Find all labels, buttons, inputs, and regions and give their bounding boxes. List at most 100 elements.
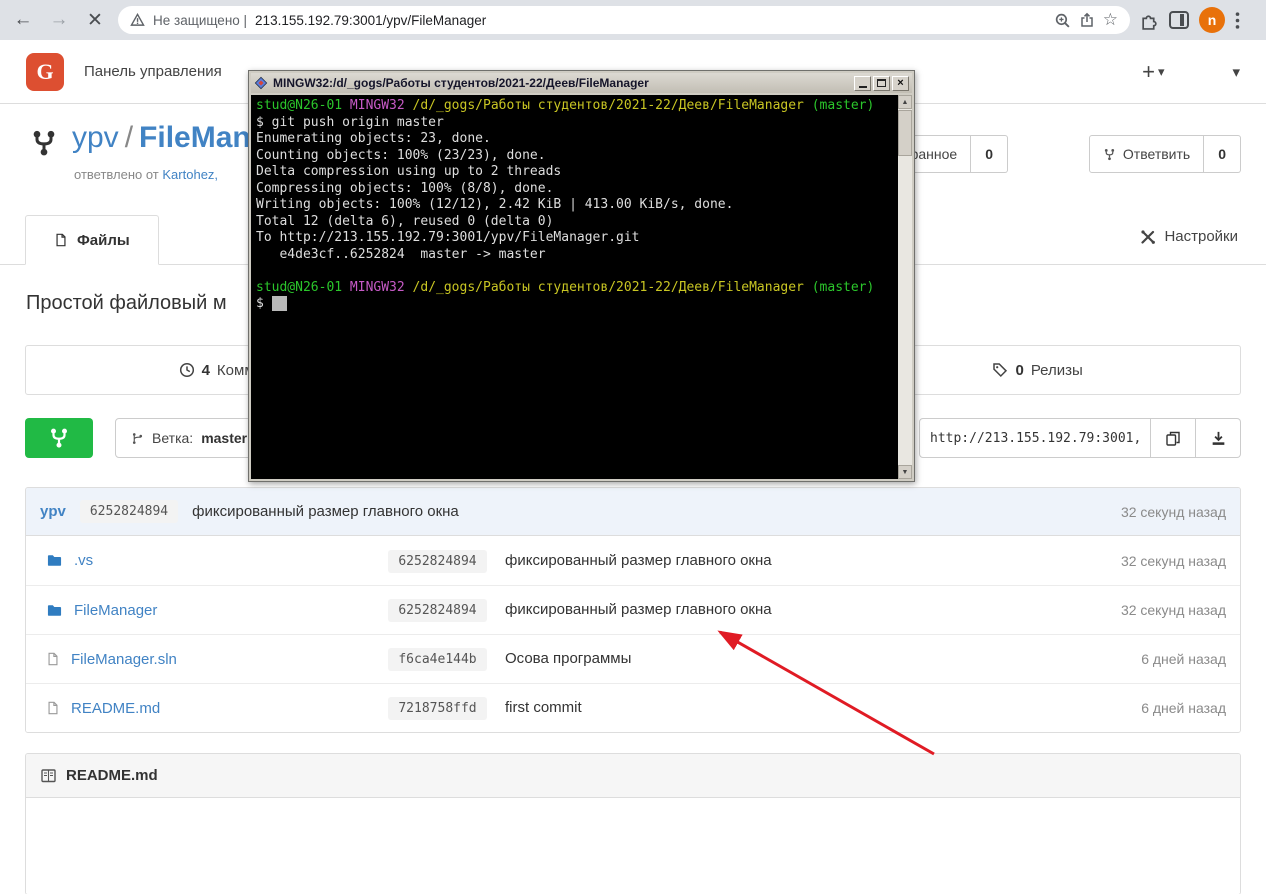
copy-url-button[interactable] (1151, 418, 1196, 458)
user-menu-button[interactable]: ▾ (1232, 63, 1240, 81)
repo-description: Простой файловый м (26, 292, 227, 315)
repo-fork-icon (30, 127, 58, 159)
fork-button[interactable]: Ответвить (1089, 135, 1204, 173)
history-clock-icon (179, 362, 195, 378)
chevron-down-icon: ▾ (1158, 64, 1165, 80)
commit-age: 32 секунд назад (1121, 504, 1226, 520)
file-row: .vs 6252824894 фиксированный размер главно… (26, 536, 1240, 585)
file-link[interactable]: FileManager.sln (71, 651, 177, 668)
terminal-body[interactable]: stud@N26-01 MINGW32 /d/_gogs/Работы студ… (251, 95, 912, 479)
address-bar[interactable]: Не защищено | 213.155.192.79:3001/ypv/Fi… (118, 6, 1130, 34)
terminal-line: Counting objects: 100% (23/23), done. (256, 148, 907, 165)
terminal-line: stud@N26-01 MINGW32 /d/_gogs/Работы студ… (256, 280, 907, 297)
clone-url-input[interactable] (919, 418, 1151, 458)
star-count[interactable]: 0 (971, 135, 1008, 173)
gogs-logo[interactable]: G (26, 53, 64, 91)
commit-age: 6 дней назад (1056, 651, 1226, 667)
commit-author-link[interactable]: ypv (40, 503, 66, 520)
commit-message-link[interactable]: Осова программы (505, 650, 631, 667)
file-link[interactable]: .vs (74, 552, 93, 569)
forward-button[interactable]: → (46, 9, 72, 31)
security-label: Не защищено | (153, 13, 247, 28)
forked-from-label: ответвлено от Kartohez, (74, 167, 218, 182)
scroll-down-arrow-icon[interactable]: ▼ (898, 465, 912, 479)
create-new-button[interactable]: +▾ (1142, 59, 1164, 85)
terminal-window: MINGW32:/d/_gogs/Работы студентов/2021-2… (248, 70, 915, 482)
terminal-line: Enumerating objects: 23, done. (256, 131, 907, 148)
readme-header: README.md (26, 754, 1240, 798)
tab-files[interactable]: Файлы (25, 215, 159, 265)
git-bash-window-icon (254, 76, 268, 90)
latest-commit-row: ypv 6252824894 фиксированный размер глав… (26, 488, 1240, 536)
extensions-icon[interactable] (1140, 11, 1159, 30)
terminal-line: $ (256, 296, 907, 313)
file-row: FileManager.sln f6ca4e144b Осова программы… (26, 634, 1240, 683)
file-icon (46, 700, 60, 716)
commit-age: 32 секунд назад (1056, 553, 1226, 569)
repo-owner-link[interactable]: ypv (72, 121, 119, 154)
folder-icon (46, 603, 63, 618)
terminal-title: MINGW32:/d/_gogs/Работы студентов/2021-2… (273, 76, 649, 90)
screen: ← → ✕ Не защищено | 213.155.192.79:3001/… (0, 0, 1266, 894)
terminal-scrollbar[interactable]: ▲ ▼ (898, 95, 912, 479)
branch-icon (131, 431, 144, 446)
terminal-line: stud@N26-01 MINGW32 /d/_gogs/Работы студ… (256, 98, 907, 115)
maximize-button[interactable] (873, 76, 890, 91)
commit-age: 6 дней назад (1056, 700, 1226, 716)
clone-url-group (919, 418, 1241, 458)
file-link[interactable]: FileManager (74, 602, 157, 619)
commit-message-link[interactable]: фиксированный размер главного окна (505, 601, 772, 618)
settings-tools-icon (1140, 229, 1156, 245)
commit-message-link[interactable]: first commit (505, 699, 582, 716)
terminal-line: Writing objects: 100% (12/12), 2.42 KiB … (256, 197, 907, 214)
scrollbar-thumb[interactable] (898, 110, 912, 156)
terminal-line: Total 12 (delta 6), reused 0 (delta 0) (256, 214, 907, 231)
commit-hash-badge[interactable]: 6252824894 (80, 500, 178, 523)
commit-hash-badge[interactable]: f6ca4e144b (388, 648, 486, 671)
scroll-up-arrow-icon[interactable]: ▲ (898, 95, 912, 109)
readme-title: README.md (66, 767, 158, 784)
fork-button-group: Ответвить 0 (1089, 135, 1241, 173)
terminal-line (256, 263, 907, 280)
terminal-line: e4de3cf..6252824 master -> master (256, 247, 907, 264)
file-row: FileManager 6252824894 фиксированный разме… (26, 585, 1240, 634)
commit-hash-badge[interactable]: 7218758ffd (388, 697, 486, 720)
commit-hash-badge[interactable]: 6252824894 (388, 550, 486, 573)
side-panel-icon[interactable] (1169, 11, 1189, 29)
terminal-line: Delta compression using up to 2 threads (256, 164, 907, 181)
readme-body (26, 798, 1240, 894)
download-button[interactable] (1196, 418, 1241, 458)
bookmark-star-icon[interactable]: ☆ (1103, 10, 1118, 30)
forked-from-link[interactable]: Kartohez, (162, 167, 218, 182)
file-link[interactable]: README.md (71, 700, 160, 717)
tab-settings[interactable]: Настройки (1140, 228, 1238, 245)
profile-avatar[interactable]: n (1199, 7, 1225, 33)
file-table: ypv 6252824894 фиксированный размер глав… (25, 487, 1241, 733)
book-icon (40, 768, 57, 784)
browser-menu-button[interactable] (1235, 12, 1240, 29)
commit-age: 32 секунд назад (1056, 602, 1226, 618)
back-button[interactable]: ← (10, 9, 36, 31)
terminal-titlebar[interactable]: MINGW32:/d/_gogs/Работы студентов/2021-2… (251, 73, 912, 93)
commit-message-link[interactable]: фиксированный размер главного окна (505, 552, 772, 569)
readme-section: README.md (25, 753, 1241, 894)
share-icon[interactable] (1079, 12, 1095, 28)
file-tab-icon (54, 232, 68, 248)
terminal-line: To http://213.155.192.79:3001/ypv/FileMa… (256, 230, 907, 247)
minimize-button[interactable] (854, 76, 871, 91)
commit-hash-badge[interactable]: 6252824894 (388, 599, 486, 622)
fork-count[interactable]: 0 (1204, 135, 1241, 173)
file-rows: .vs 6252824894 фиксированный размер главно… (26, 536, 1240, 732)
file-icon (46, 651, 60, 667)
nav-dashboard-link[interactable]: Панель управления (84, 63, 222, 80)
compare-fork-button[interactable] (25, 418, 93, 458)
terminal-line: Compressing objects: 100% (8/8), done. (256, 181, 907, 198)
fork-icon (1103, 147, 1116, 162)
browser-toolbar: ← → ✕ Не защищено | 213.155.192.79:3001/… (0, 0, 1266, 40)
zoom-icon[interactable] (1054, 12, 1071, 29)
terminal-line: $ git push origin master (256, 115, 907, 132)
stop-button[interactable]: ✕ (82, 9, 108, 32)
close-button[interactable]: × (892, 76, 909, 91)
commit-message-link[interactable]: фиксированный размер главного окна (192, 503, 459, 520)
file-row: README.md 7218758ffd first commit 6 дней на… (26, 683, 1240, 732)
